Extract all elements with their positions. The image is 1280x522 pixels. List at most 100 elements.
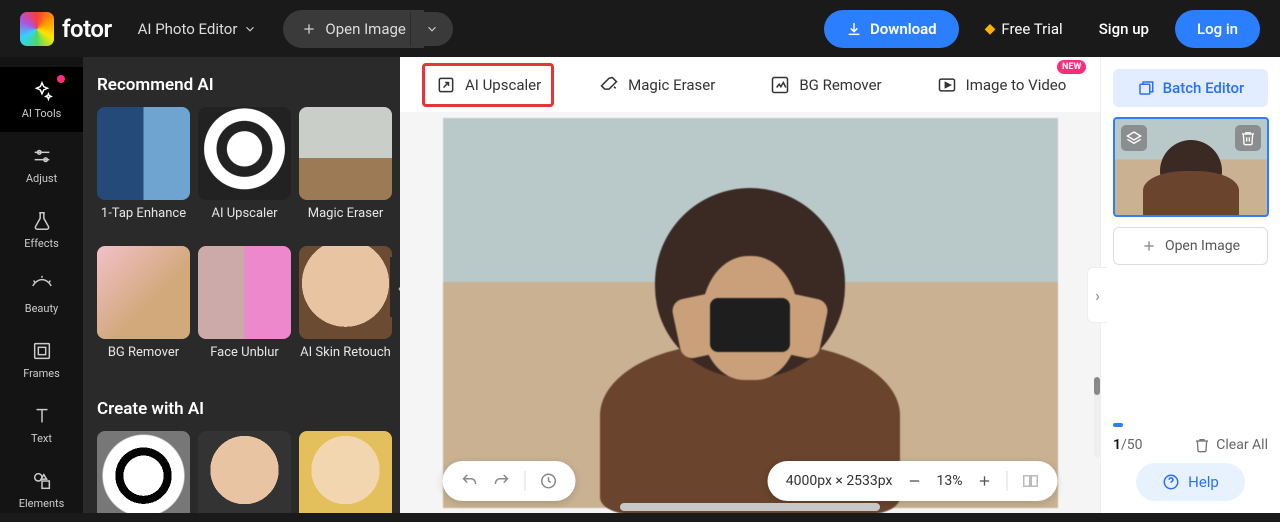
tab-bg-remover[interactable]: BG Remover	[759, 66, 891, 104]
tool-face-unblur[interactable]: Face Unblur	[198, 246, 291, 377]
tool-thumb	[97, 431, 190, 513]
side-panel: Recommend AI 1-Tap Enhance AI Upscaler M…	[83, 57, 400, 513]
tool-ai-skin-retouch[interactable]: AI Skin Retouch	[299, 246, 392, 377]
collapse-rightpanel-button[interactable]: ›	[1087, 267, 1107, 323]
layer-stack-button[interactable]	[1121, 125, 1147, 151]
open-image-dropdown[interactable]	[410, 12, 453, 46]
zoom-out-button[interactable]	[907, 473, 923, 489]
open-image-group: Open Image	[283, 10, 452, 48]
new-badge: NEW	[1057, 60, 1086, 74]
help-button[interactable]: Help	[1136, 463, 1245, 501]
batch-editor-label: Batch Editor	[1163, 79, 1245, 97]
tool-create-1[interactable]	[97, 431, 190, 513]
compare-button[interactable]	[1022, 472, 1040, 490]
leftbar-text-label: Text	[31, 432, 52, 445]
leftbar-ai-tools-label: AI Tools	[22, 107, 62, 120]
tool-1tap-enhance[interactable]: 1-Tap Enhance	[97, 107, 190, 238]
tool-label: AI Skin Retouch	[300, 345, 391, 377]
tool-thumb	[97, 107, 190, 200]
tab-ai-upscaler[interactable]: AI Upscaler	[422, 63, 554, 107]
history-button[interactable]	[540, 472, 558, 490]
leftbar-adjust[interactable]: Adjust	[0, 132, 83, 197]
help-label: Help	[1188, 473, 1219, 491]
open-image-button[interactable]: Open Image	[283, 10, 423, 48]
clear-all-label: Clear All	[1216, 437, 1268, 453]
tool-label: Magic Eraser	[308, 206, 384, 238]
eye-icon	[30, 274, 54, 298]
mode-label: AI Photo Editor	[138, 20, 238, 38]
tool-thumb	[198, 431, 291, 513]
tool-create-2[interactable]	[198, 431, 291, 513]
undo-button[interactable]	[461, 472, 479, 490]
plus-icon	[301, 21, 317, 37]
tool-thumb	[299, 431, 392, 513]
canvas-toolbar: 4000px × 2533px 13%	[443, 461, 1058, 501]
tool-thumb	[198, 246, 291, 339]
download-button[interactable]: Download	[824, 10, 959, 48]
tool-tabs: AI Upscaler Magic Eraser BG Remover Imag…	[400, 57, 1100, 112]
leftbar-frames-label: Frames	[23, 367, 60, 380]
help-icon	[1162, 473, 1180, 491]
left-toolbar: AI Tools Adjust Effects Beauty Frames Te…	[0, 57, 83, 513]
canvas-horizontal-scrollbar[interactable]	[620, 503, 880, 511]
bg-remove-icon	[769, 74, 791, 96]
leftbar-text[interactable]: Text	[0, 392, 83, 457]
chevron-right-icon: ›	[1095, 286, 1100, 305]
image-dimensions: 4000px × 2533px	[786, 473, 893, 489]
progress-indicator	[1113, 423, 1123, 427]
redo-button[interactable]	[493, 472, 511, 490]
zoom-value: 13%	[937, 473, 963, 489]
sparkle-icon	[30, 79, 54, 103]
top-bar: fotor AI Photo Editor Open Image Downloa…	[0, 0, 1280, 57]
brand-logo[interactable]: fotor	[20, 12, 112, 46]
tool-bg-remover[interactable]: BG Remover	[97, 246, 190, 377]
leftbar-effects[interactable]: Effects	[0, 197, 83, 262]
tool-create-3[interactable]	[299, 431, 392, 513]
tab-label: Magic Eraser	[628, 76, 715, 94]
canvas-image	[443, 118, 1058, 508]
layer-delete-button[interactable]	[1235, 125, 1261, 151]
divider	[525, 471, 526, 491]
right-vertical-scrollbar[interactable]	[1094, 377, 1100, 457]
leftbar-elements[interactable]: Elements	[0, 457, 83, 522]
free-trial-link[interactable]: ◆ Free Trial	[975, 14, 1073, 44]
free-trial-label: Free Trial	[1001, 20, 1062, 38]
recommend-ai-grid: 1-Tap Enhance AI Upscaler Magic Eraser B…	[97, 107, 386, 377]
batch-editor-button[interactable]: Batch Editor	[1113, 69, 1268, 107]
create-with-ai-heading: Create with AI	[97, 399, 386, 419]
mode-selector[interactable]: AI Photo Editor	[128, 14, 268, 44]
layer-count-current: 1	[1113, 437, 1121, 453]
tool-magic-eraser[interactable]: Magic Eraser	[299, 107, 392, 238]
canvas-area: AI Upscaler Magic Eraser BG Remover Imag…	[400, 57, 1100, 513]
history-controls	[443, 461, 576, 501]
clear-all-button[interactable]: Clear All	[1194, 437, 1268, 453]
tab-label: BG Remover	[799, 76, 881, 94]
tool-thumb	[97, 246, 190, 339]
tab-magic-eraser[interactable]: Magic Eraser	[588, 66, 725, 104]
tab-image-to-video[interactable]: Image to Video NEW	[926, 66, 1077, 104]
leftbar-ai-tools[interactable]: AI Tools	[0, 67, 83, 132]
tool-thumb	[299, 107, 392, 200]
leftbar-beauty-label: Beauty	[25, 302, 59, 315]
zoom-in-button[interactable]	[977, 473, 993, 489]
open-image-right-button[interactable]: Open Image	[1113, 227, 1268, 265]
plus-icon	[1141, 238, 1157, 254]
canvas[interactable]: 4000px × 2533px 13%	[400, 112, 1100, 513]
tool-ai-upscaler[interactable]: AI Upscaler	[198, 107, 291, 238]
leftbar-frames[interactable]: Frames	[0, 327, 83, 392]
brand-name: fotor	[62, 15, 112, 43]
sign-up-link[interactable]: Sign up	[1089, 14, 1159, 44]
badge-dot	[57, 75, 65, 83]
open-image-right-label: Open Image	[1165, 238, 1240, 254]
create-with-ai-grid	[97, 431, 386, 513]
text-icon	[30, 404, 54, 428]
layers-icon	[1137, 79, 1155, 97]
trash-icon	[1194, 437, 1210, 453]
zoom-controls: 4000px × 2533px 13%	[768, 461, 1058, 501]
leftbar-beauty[interactable]: Beauty	[0, 262, 83, 327]
video-icon	[936, 74, 958, 96]
log-in-button[interactable]: Log in	[1175, 10, 1260, 48]
open-image-label: Open Image	[325, 20, 405, 38]
collapse-sidepanel-button[interactable]: ‹	[390, 257, 400, 317]
layer-thumbnail[interactable]	[1113, 117, 1269, 217]
